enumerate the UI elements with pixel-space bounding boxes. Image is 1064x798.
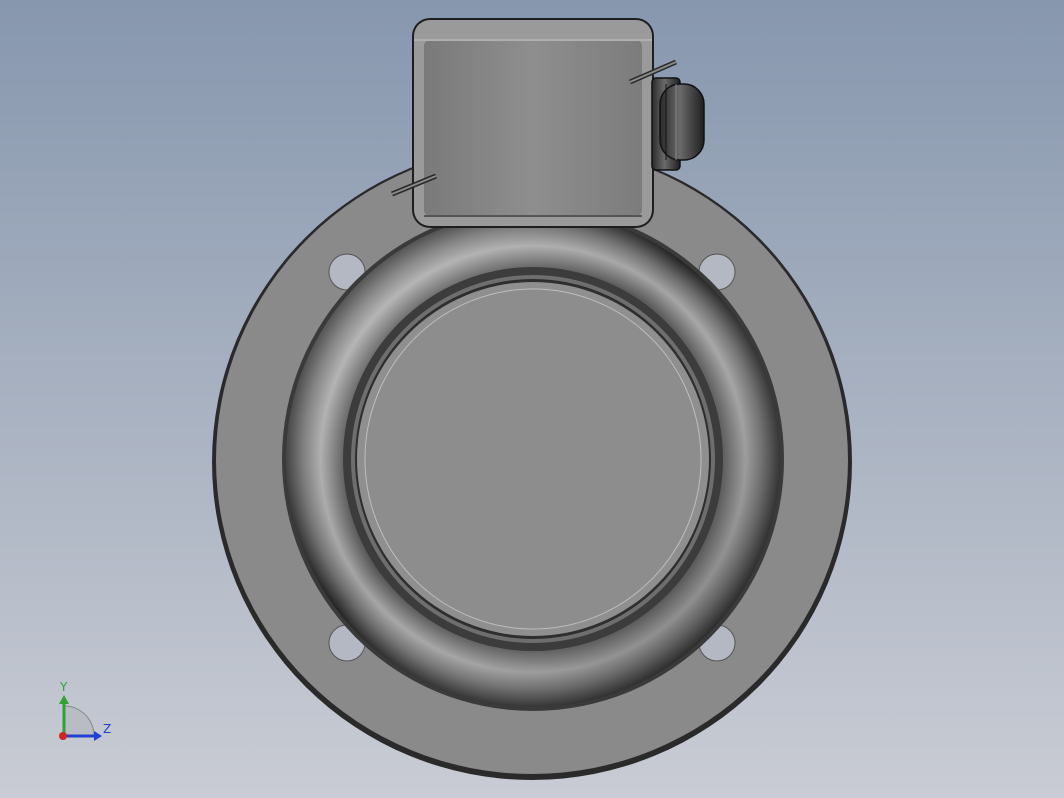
junction-box[interactable] <box>391 18 677 228</box>
inner-face <box>364 288 702 630</box>
body-ring[interactable] <box>282 207 784 711</box>
model-view[interactable]: Y Z <box>0 0 1064 798</box>
y-axis-label: Y <box>59 680 68 694</box>
graphics-viewport[interactable]: Y Z <box>0 0 1064 798</box>
x-axis-origin <box>59 732 67 740</box>
z-axis-label: Z <box>103 722 111 736</box>
cable-gland[interactable] <box>651 77 705 171</box>
